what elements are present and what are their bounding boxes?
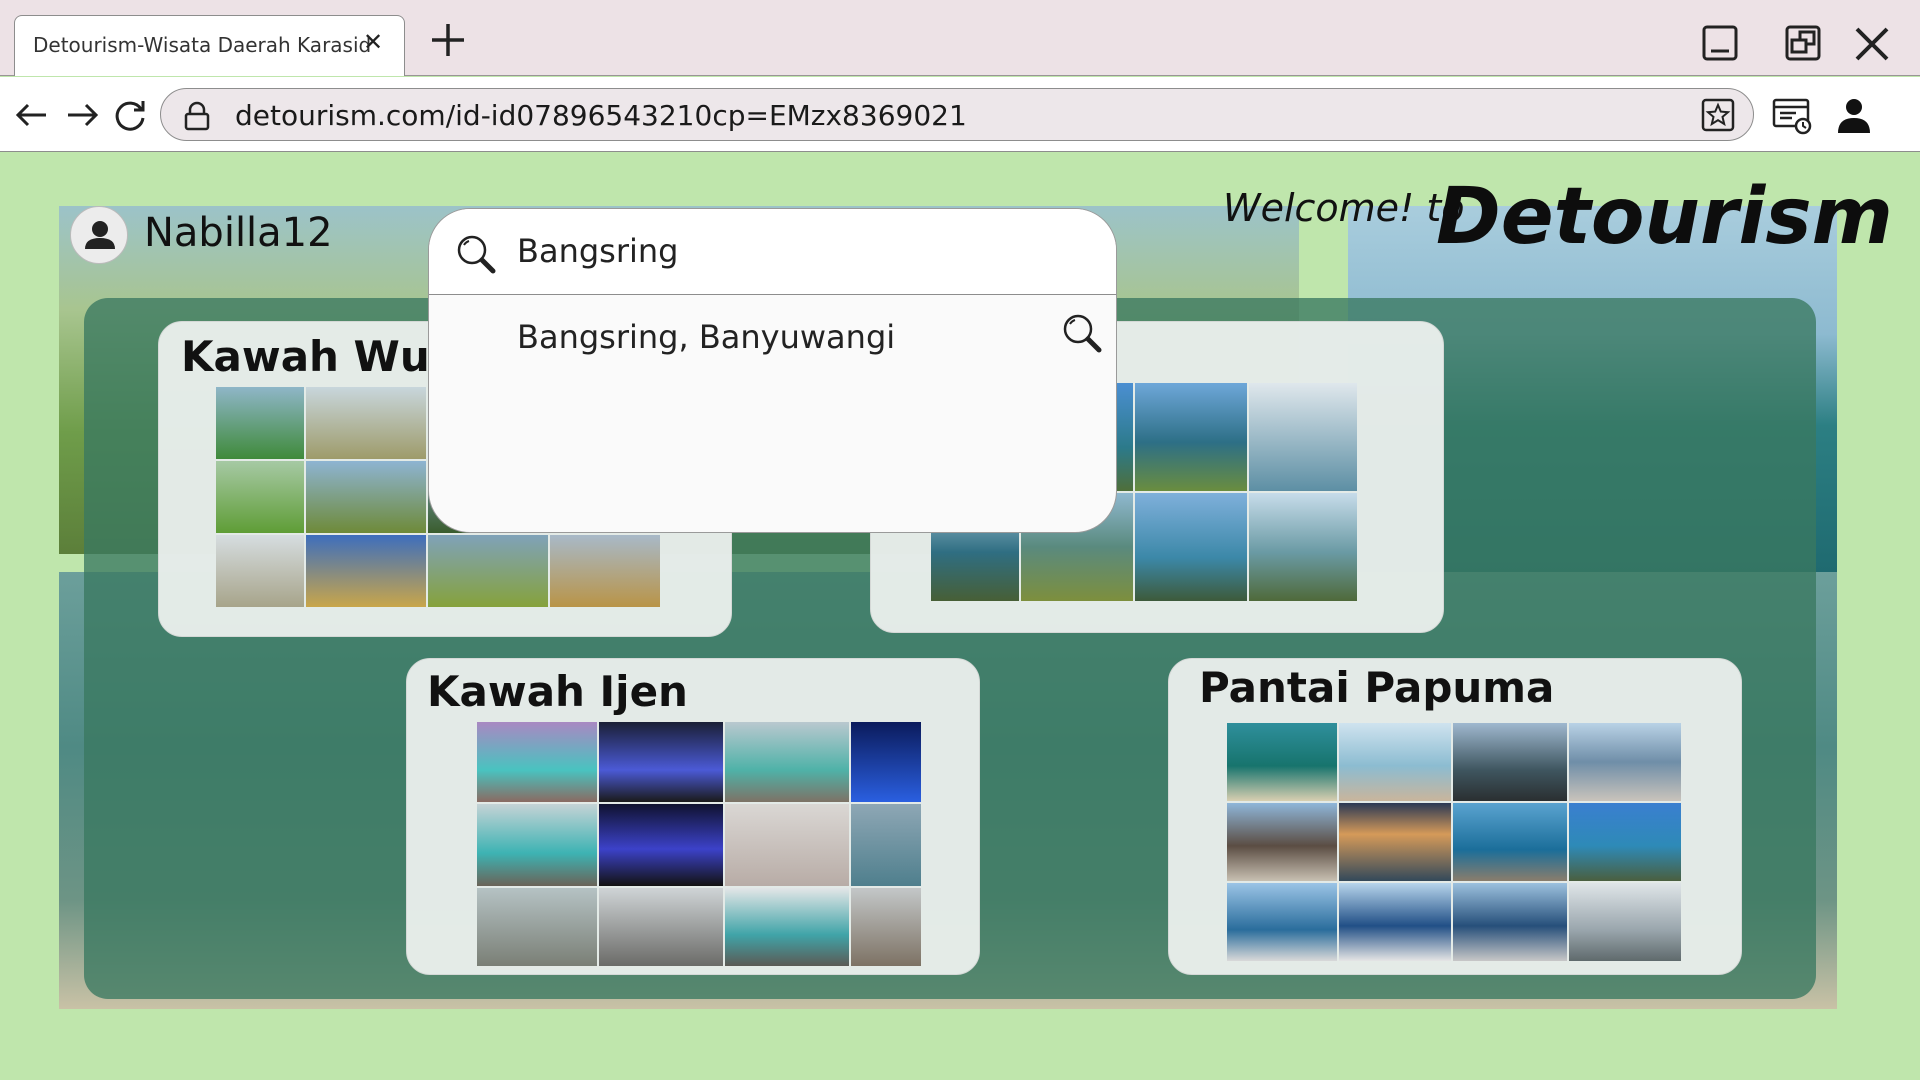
- browser-addressbar: detourism.com/id-id07896543210cp=EMzx836…: [0, 77, 1920, 152]
- photo-grid: [1227, 723, 1683, 963]
- gallery-photo[interactable]: [1249, 383, 1357, 491]
- brand-logo-text: Detourism: [1436, 172, 1893, 262]
- gallery-photo[interactable]: [1227, 723, 1337, 801]
- reload-icon[interactable]: [110, 95, 150, 135]
- user-icon: [85, 221, 115, 249]
- search-suggestion[interactable]: Bangsring, Banyuwangi: [429, 296, 1116, 368]
- gallery-photo[interactable]: [851, 888, 921, 966]
- close-window-icon[interactable]: [1852, 24, 1892, 64]
- gallery-photo[interactable]: [1453, 883, 1567, 961]
- back-arrow-icon[interactable]: [12, 95, 52, 135]
- browser-history-icon[interactable]: [1772, 95, 1812, 135]
- new-tab-icon[interactable]: [428, 20, 468, 60]
- gallery-photo[interactable]: [851, 804, 921, 886]
- destination-card-pantai-papuma[interactable]: Pantai Papuma: [1168, 658, 1742, 975]
- tab-title: Detourism-Wisata Daerah Karasid: [33, 33, 372, 57]
- gallery-photo[interactable]: [851, 722, 921, 802]
- destination-card-kawah-ijen[interactable]: Kawah Ijen: [406, 658, 980, 975]
- gallery-photo[interactable]: [477, 722, 597, 802]
- welcome-text: Welcome! to: [1223, 186, 1465, 230]
- restore-icon[interactable]: [1783, 24, 1823, 64]
- gallery-photo[interactable]: [306, 461, 426, 533]
- gallery-photo[interactable]: [1249, 493, 1357, 601]
- gallery-photo[interactable]: [1135, 493, 1247, 601]
- search-popup: Bangsring, Banyuwangi: [428, 208, 1117, 533]
- destination-title: Pantai Papuma: [1199, 663, 1555, 712]
- url-field[interactable]: detourism.com/id-id07896543210cp=EMzx836…: [160, 88, 1754, 141]
- username[interactable]: Nabilla12: [144, 210, 333, 256]
- gallery-photo[interactable]: [1339, 883, 1451, 961]
- gallery-photo[interactable]: [1453, 803, 1567, 881]
- gallery-photo[interactable]: [216, 387, 304, 459]
- gallery-photo[interactable]: [477, 804, 597, 886]
- forward-arrow-icon[interactable]: [62, 95, 102, 135]
- destination-title: Kawah Ijen: [427, 667, 688, 716]
- gallery-photo[interactable]: [1569, 803, 1681, 881]
- gallery-photo[interactable]: [1135, 383, 1247, 491]
- gallery-photo[interactable]: [725, 888, 849, 966]
- search-bar: [429, 209, 1116, 295]
- gallery-photo[interactable]: [1453, 723, 1567, 801]
- browser-tab[interactable]: Detourism-Wisata Daerah Karasid ✕: [14, 15, 405, 76]
- search-input[interactable]: [517, 229, 1077, 273]
- gallery-photo[interactable]: [725, 804, 849, 886]
- gallery-photo[interactable]: [428, 535, 548, 607]
- search-icon[interactable]: [455, 233, 497, 275]
- gallery-photo[interactable]: [550, 535, 660, 607]
- url-text: detourism.com/id-id07896543210cp=EMzx836…: [235, 99, 967, 132]
- gallery-photo[interactable]: [1227, 803, 1337, 881]
- gallery-photo[interactable]: [306, 387, 426, 459]
- photo-grid: [477, 722, 923, 970]
- lock-icon: [184, 101, 210, 131]
- gallery-photo[interactable]: [216, 535, 304, 607]
- suggestion-label: Bangsring, Banyuwangi: [517, 318, 896, 356]
- gallery-photo[interactable]: [725, 722, 849, 802]
- gallery-photo[interactable]: [1569, 883, 1681, 961]
- gallery-photo[interactable]: [306, 535, 426, 607]
- gallery-photo[interactable]: [477, 888, 597, 966]
- gallery-photo[interactable]: [599, 888, 723, 966]
- tab-close-icon[interactable]: ✕: [363, 28, 383, 56]
- profile-icon[interactable]: [1834, 95, 1874, 135]
- gallery-photo[interactable]: [1339, 803, 1451, 881]
- search-suggestion-icon[interactable]: [1061, 312, 1103, 354]
- browser-titlebar: Detourism-Wisata Daerah Karasid ✕: [0, 0, 1920, 76]
- gallery-photo[interactable]: [599, 804, 723, 886]
- gallery-photo[interactable]: [1227, 883, 1337, 961]
- minimize-icon[interactable]: [1700, 24, 1740, 64]
- user-avatar[interactable]: [70, 206, 128, 264]
- gallery-photo[interactable]: [1339, 723, 1451, 801]
- gallery-photo[interactable]: [599, 722, 723, 802]
- bookmark-star-icon[interactable]: [1701, 98, 1735, 132]
- gallery-photo[interactable]: [1569, 723, 1681, 801]
- gallery-photo[interactable]: [216, 461, 304, 533]
